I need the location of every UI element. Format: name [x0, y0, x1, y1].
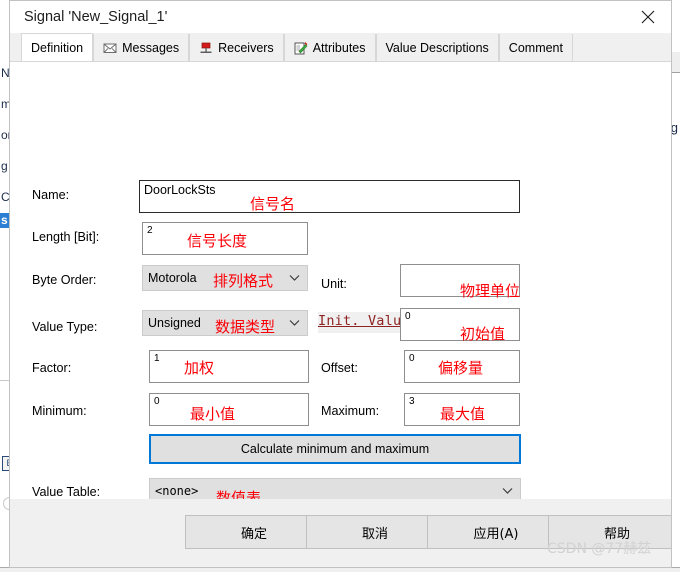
tab-comment[interactable]: Comment — [498, 34, 573, 61]
note-pencil-icon — [294, 41, 308, 55]
tab-label: Value Descriptions — [385, 40, 489, 55]
byte-order-label: Byte Order: — [32, 273, 97, 287]
tab-label: Definition — [31, 40, 84, 55]
tab-label: Attributes — [312, 40, 366, 55]
close-button[interactable] — [625, 1, 671, 33]
minimum-label: Minimum: — [32, 404, 87, 418]
init-value-input-value: 0 — [405, 311, 411, 322]
tab-receivers[interactable]: Receivers — [189, 34, 284, 61]
tab-messages[interactable]: Messages — [93, 34, 190, 61]
init-value-link[interactable]: Init. Value — [318, 312, 401, 333]
length-label: Length [Bit]: — [32, 230, 100, 244]
chevron-down-icon — [289, 271, 300, 285]
maximum-input-value: 3 — [409, 396, 415, 407]
unit-input[interactable] — [400, 264, 520, 297]
minimum-input-value: 0 — [154, 396, 160, 407]
dialog-button-bar: 确定 取消 应用(A) 帮助 — [10, 499, 671, 567]
help-button[interactable]: 帮助 — [548, 515, 671, 549]
value-type-value: Unsigned — [148, 316, 201, 330]
cancel-button-label: 取消 — [361, 526, 388, 542]
name-input[interactable]: DoorLockSts — [139, 180, 520, 213]
maximum-input[interactable]: 3 — [404, 393, 520, 426]
signal-dialog: Signal 'New_Signal_1' Definition Message… — [9, 0, 672, 568]
offset-input-value: 0 — [409, 353, 415, 364]
dialog-titlebar: Signal 'New_Signal_1' — [10, 1, 671, 33]
tab-bar: Definition Messages Receivers Attributes… — [10, 33, 671, 61]
length-input-value: 2 — [147, 225, 153, 236]
name-label: Name: — [32, 188, 70, 202]
chevron-down-icon — [289, 316, 300, 330]
byte-order-select[interactable]: Motorola — [142, 265, 308, 291]
value-type-label: Value Type: — [32, 320, 98, 334]
pin-icon — [199, 41, 213, 55]
apply-button-label: 应用(A) — [473, 526, 519, 542]
value-type-select[interactable]: Unsigned — [142, 310, 308, 336]
value-table-label: Value Table: — [32, 485, 101, 499]
apply-button[interactable]: 应用(A) — [427, 515, 565, 549]
length-input[interactable]: 2 — [142, 222, 308, 255]
offset-label: Offset: — [321, 361, 358, 375]
help-button-label: 帮助 — [603, 526, 630, 542]
tab-label: Comment — [508, 40, 563, 55]
ok-button[interactable]: 确定 — [185, 515, 323, 549]
calculate-min-max-button[interactable]: Calculate minimum and maximum — [149, 434, 521, 464]
definition-form: Name: DoorLockSts 信号名 Length [Bit]: 2 信号… — [10, 62, 671, 525]
minimum-input[interactable]: 0 — [149, 393, 309, 426]
close-icon — [641, 10, 655, 24]
factor-input-value: 1 — [154, 353, 160, 364]
name-input-value: DoorLockSts — [144, 183, 216, 197]
tab-value-descriptions[interactable]: Value Descriptions — [375, 34, 499, 61]
factor-input[interactable]: 1 — [149, 350, 309, 383]
calculate-button-label: Calculate minimum and maximum — [240, 442, 430, 456]
cancel-button[interactable]: 取消 — [306, 515, 444, 549]
value-table-value: <none> — [155, 484, 199, 498]
offset-input[interactable]: 0 — [404, 350, 520, 383]
dialog-title: Signal 'New_Signal_1' — [24, 9, 168, 25]
byte-order-value: Motorola — [148, 271, 197, 285]
tab-label: Messages — [122, 40, 180, 55]
factor-label: Factor: — [32, 361, 72, 375]
dialog-content: Name: DoorLockSts 信号名 Length [Bit]: 2 信号… — [10, 61, 671, 567]
tab-label: Receivers — [218, 40, 274, 55]
unit-label: Unit: — [321, 277, 347, 291]
chevron-down-icon — [502, 484, 513, 498]
envelope-icon — [103, 41, 117, 55]
tab-definition[interactable]: Definition — [21, 33, 94, 61]
init-value-input[interactable]: 0 — [400, 308, 520, 341]
ok-button-label: 确定 — [240, 526, 267, 542]
maximum-label: Maximum: — [321, 404, 380, 418]
tab-attributes[interactable]: Attributes — [283, 34, 376, 61]
